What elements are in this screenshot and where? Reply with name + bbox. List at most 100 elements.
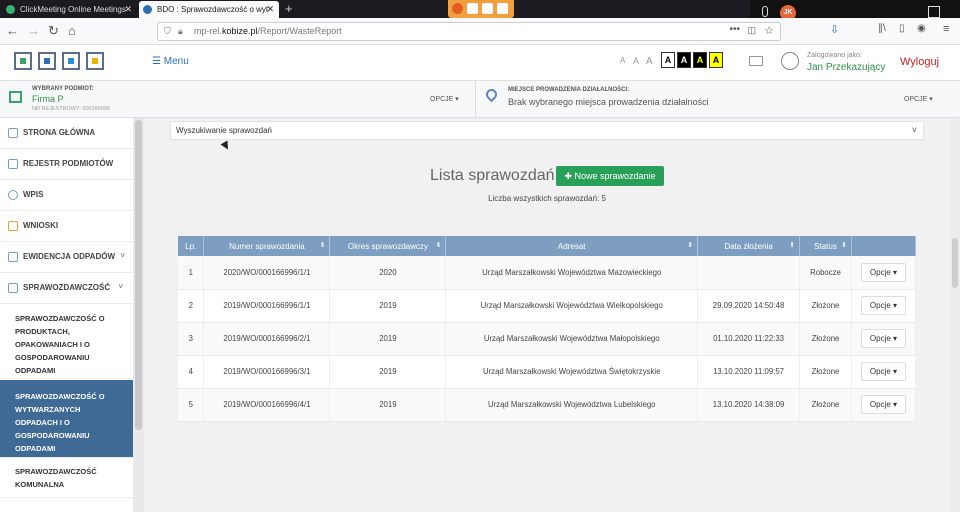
- home-icon[interactable]: ⌂: [68, 23, 76, 38]
- library-icon[interactable]: ∥\: [878, 23, 886, 34]
- cell-number: 2019/WO/000166996/1/1: [203, 289, 331, 323]
- search-panel[interactable]: Wyszukiwanie sprawozdań ˅: [170, 121, 924, 140]
- sidebar-item-label: WPIS: [23, 190, 44, 199]
- column-header-label: Status: [814, 241, 837, 251]
- contrast-default[interactable]: A: [661, 52, 675, 68]
- contrast-black-white[interactable]: A: [677, 52, 691, 68]
- sort-icon[interactable]: ⬍: [435, 241, 441, 249]
- tab-clickmeeting[interactable]: ClickMeeting Online Meetings ✕: [2, 1, 137, 18]
- sidebar-subitem-municipal[interactable]: SPRAWOZDAWCZOŚĆ KOMUNALNA: [0, 458, 133, 498]
- sidebar-item-registry[interactable]: REJESTR PODMIOTÓW: [0, 149, 133, 180]
- star-icon[interactable]: ☆: [764, 24, 774, 37]
- cell-status: Robocze: [799, 256, 852, 290]
- camera-icon[interactable]: [467, 3, 478, 14]
- options-label: OPCJE: [904, 96, 928, 103]
- cell-addressee: Urząd Marszałkowski Województwa Lubelski…: [445, 388, 699, 422]
- sidebar-item-label: WNIOSKI: [23, 221, 59, 230]
- cell-status: Złożone: [799, 289, 852, 323]
- cell-period: 2019: [329, 322, 447, 356]
- logged-as-label: Zalogowano jako:: [807, 52, 862, 59]
- tab-bdo[interactable]: BDO : Sprawozdawczość o wyt ✕: [139, 1, 279, 18]
- options-button[interactable]: Opcje ▾: [860, 296, 907, 315]
- column-header-label: Adresat: [557, 241, 586, 251]
- address-bar[interactable]: ⛉ 🔒︎ mp-rel.kobize.pl/Report/WasteReport…: [157, 22, 781, 41]
- chevron-down-icon[interactable]: ˅: [912, 125, 917, 135]
- subject-options-button[interactable]: OPCJE ▾: [430, 95, 459, 103]
- close-icon[interactable]: ✕: [124, 1, 132, 18]
- sort-icon[interactable]: ⬍: [320, 241, 326, 249]
- mail-icon[interactable]: [749, 56, 763, 66]
- user-name[interactable]: Jan Przekazujący: [807, 62, 885, 73]
- firefox-icon[interactable]: [452, 3, 463, 14]
- new-tab-icon[interactable]: +: [285, 0, 293, 17]
- clickmeeting-icon: [6, 5, 15, 14]
- reload-icon[interactable]: ↻: [48, 23, 59, 39]
- column-header[interactable]: Okres sprawozdawczy ⬍: [329, 236, 447, 256]
- forward-icon[interactable]: →: [27, 23, 40, 38]
- options-button[interactable]: Opcje ▾: [860, 329, 907, 348]
- menu-button[interactable]: ☰ Menu: [152, 56, 189, 67]
- cell-lp: 1: [178, 256, 205, 290]
- options-button[interactable]: Opcje ▾: [860, 362, 907, 381]
- cell-lp: 4: [178, 355, 205, 389]
- registry-icon: [8, 159, 18, 169]
- cell-addressee: Urząd Marszałkowski Województwa Wielkopo…: [445, 289, 699, 323]
- new-report-button[interactable]: ✚ Nowe sprawozdanie: [556, 166, 664, 186]
- back-icon[interactable]: ←: [6, 23, 19, 38]
- close-icon[interactable]: ✕: [266, 1, 274, 18]
- more-icon[interactable]: •••: [729, 24, 740, 35]
- sidebar-icon[interactable]: ▯: [899, 23, 905, 34]
- page-scrollbar-thumb[interactable]: [952, 238, 958, 288]
- column-header[interactable]: Lp.: [178, 236, 205, 256]
- microphone-icon[interactable]: [482, 3, 493, 14]
- logo-box: [62, 52, 80, 70]
- sidebar-item-entry[interactable]: WPIS: [0, 180, 133, 211]
- shield-icon[interactable]: ⛉: [164, 26, 171, 37]
- pocket-icon[interactable]: ◫: [747, 25, 756, 36]
- contrast-black-yellow[interactable]: A: [693, 52, 707, 68]
- sidebar-item-applications[interactable]: WNIOSKI: [0, 211, 133, 242]
- microphone-icon[interactable]: [762, 6, 768, 17]
- place-options-button[interactable]: OPCJE ▾: [904, 95, 933, 103]
- logout-button[interactable]: Wyloguj: [900, 56, 939, 68]
- column-header[interactable]: Status ⬍: [799, 236, 852, 256]
- font-size-small[interactable]: A: [620, 56, 625, 65]
- sidebar-item-home[interactable]: STRONA GŁÓWNA: [0, 118, 133, 149]
- expand-icon[interactable]: [928, 6, 940, 18]
- lock-icon[interactable]: 🔒︎: [178, 26, 183, 37]
- sort-icon[interactable]: ⬍: [841, 241, 847, 249]
- meeting-toolbar: [448, 0, 514, 18]
- column-header-label: Lp.: [185, 241, 197, 251]
- font-size-large[interactable]: A: [646, 56, 653, 67]
- options-button[interactable]: Opcje ▾: [860, 262, 907, 282]
- sort-icon[interactable]: ⬍: [789, 241, 795, 249]
- share-icon[interactable]: [497, 3, 508, 14]
- page-title: Lista sprawozdań: [430, 167, 555, 184]
- sidebar: STRONA GŁÓWNA REJESTR PODMIOTÓW WPIS WNI…: [0, 118, 133, 512]
- sidebar-item-reporting[interactable]: SPRAWOZDAWCZOŚĆ ˅: [0, 273, 133, 304]
- sidebar-subitem-waste-produced[interactable]: SPRAWOZDAWCZOŚĆ O WYTWARZANYCH ODPADACH …: [0, 380, 133, 458]
- column-header[interactable]: Data złożenia ⬍: [697, 236, 801, 256]
- contrast-yellow-black[interactable]: A: [709, 52, 723, 68]
- font-size-medium[interactable]: A: [633, 56, 639, 66]
- cell-options: Opcje ▾: [851, 355, 917, 389]
- subject-label: WYBRANY PODMIOT:: [32, 86, 94, 92]
- column-header: [851, 236, 917, 256]
- options-button[interactable]: Opcje ▾: [860, 395, 907, 414]
- cell-date: 13.10.2020 11:09:57: [697, 355, 801, 389]
- subject-registry: NR REJESTROWY: 000166996: [32, 106, 110, 112]
- tab-title: ClickMeeting Online Meetings: [20, 5, 126, 14]
- info-icon: [8, 190, 18, 200]
- page-scrollbar[interactable]: [950, 118, 960, 512]
- sort-icon[interactable]: ⬍: [687, 241, 693, 249]
- sidebar-subitem-products[interactable]: SPRAWOZDAWCZOŚĆ O PRODUKTACH, OPAKOWANIA…: [0, 304, 133, 379]
- download-icon[interactable]: ⇩: [830, 23, 839, 36]
- sidebar-item-waste-records[interactable]: EWIDENCJA ODPADÓW ˅: [0, 242, 133, 273]
- column-header[interactable]: Numer sprawozdania ⬍: [203, 236, 331, 256]
- column-header[interactable]: Adresat ⬍: [445, 236, 699, 256]
- sidebar-scrollbar-thumb[interactable]: [135, 120, 142, 430]
- account-icon[interactable]: ◉: [917, 23, 926, 34]
- options-label: OPCJE: [430, 96, 454, 103]
- hamburger-icon[interactable]: ≡: [943, 23, 949, 35]
- table-row: 5 2019/WO/000166996/4/1 2019 Urząd Marsz…: [178, 388, 917, 422]
